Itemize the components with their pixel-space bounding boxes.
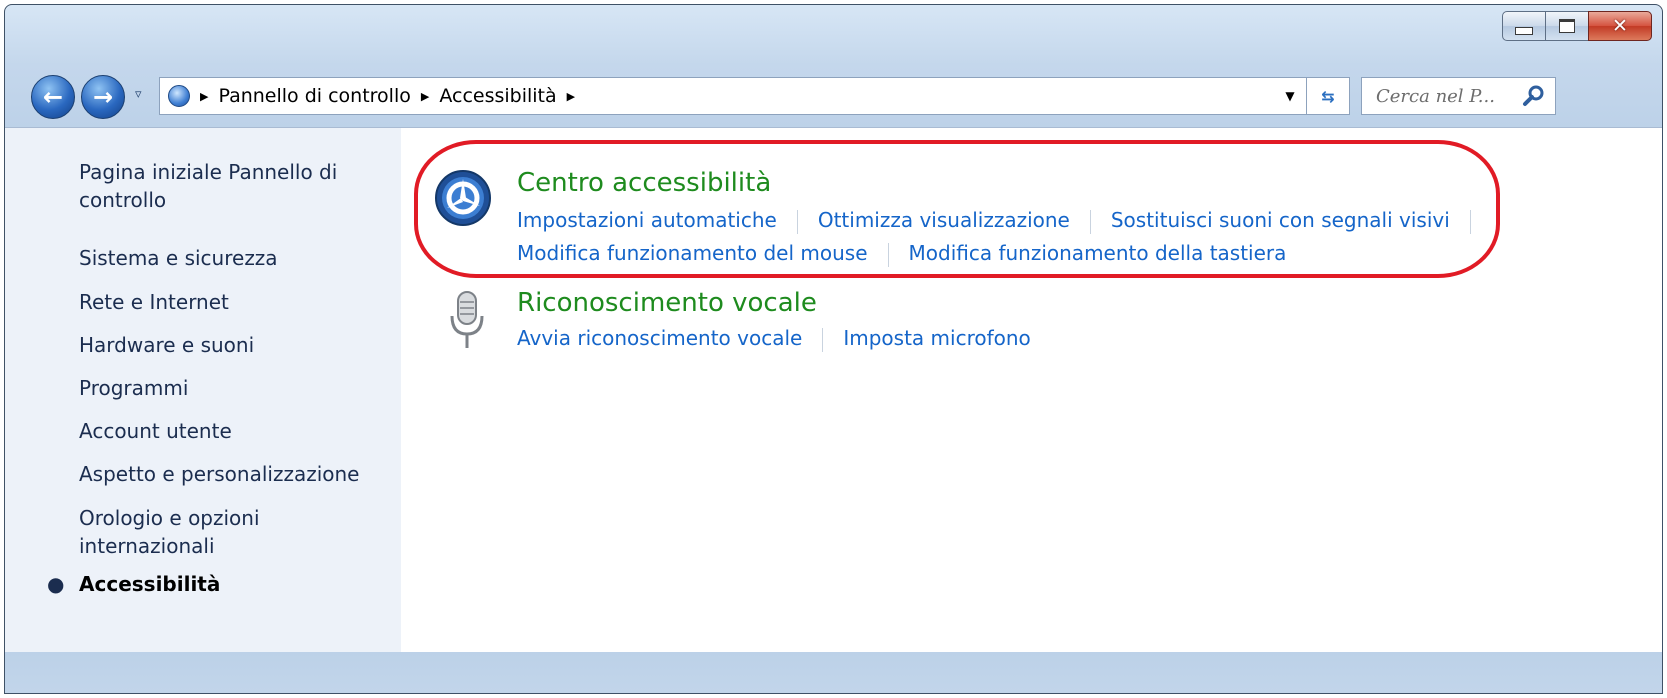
sidebar-item-user-accounts[interactable]: Account utente	[79, 417, 379, 445]
maximize-button[interactable]	[1545, 11, 1589, 41]
ease-of-access-icon[interactable]	[433, 168, 493, 228]
minimize-button[interactable]	[1502, 11, 1546, 41]
breadcrumb-accessibility[interactable]: Accessibilità	[439, 85, 556, 107]
sidebar-item-network-internet[interactable]: Rete e Internet	[79, 288, 379, 316]
sidebar-item-accessibility: ● Accessibilità	[47, 570, 379, 598]
close-button[interactable]: ✕	[1588, 11, 1652, 41]
sidebar-item-clock-region[interactable]: Orologio e opzioni internazionali	[79, 504, 379, 560]
refresh-icon[interactable]: ⇆	[1306, 78, 1349, 114]
link-optimize-display[interactable]: Ottimizza visualizzazione	[818, 208, 1070, 234]
category-title-speech-recognition[interactable]: Riconoscimento vocale	[517, 288, 817, 318]
selected-bullet-icon: ●	[47, 572, 65, 596]
links-row: Impostazioni automatiche Ottimizza visua…	[517, 208, 1491, 234]
sidebar-item-home[interactable]: Pagina iniziale Pannello di controllo	[79, 158, 379, 214]
link-automatic-settings[interactable]: Impostazioni automatiche	[517, 208, 777, 234]
search-input[interactable]: Cerca nel P...	[1362, 86, 1521, 107]
link-separator	[1469, 210, 1471, 234]
link-start-speech-recognition[interactable]: Avvia riconoscimento vocale	[517, 326, 802, 352]
search-box[interactable]: Cerca nel P...	[1361, 77, 1556, 115]
address-dropdown-icon[interactable]: ▼	[1274, 78, 1306, 114]
caption-buttons: ✕	[1502, 11, 1652, 41]
sidebar-item-hardware-sound[interactable]: Hardware e suoni	[79, 331, 379, 359]
back-button[interactable]: ←	[31, 75, 75, 119]
link-separator	[887, 243, 889, 267]
recent-pages-chevron-icon[interactable]: ▿	[135, 87, 142, 102]
link-keyboard-settings[interactable]: Modifica funzionamento della tastiera	[909, 241, 1287, 267]
forward-arrow-icon: →	[92, 83, 114, 111]
microphone-icon[interactable]	[447, 288, 487, 358]
sidebar-item-accessibility-label: Accessibilità	[79, 572, 221, 596]
breadcrumb-control-panel[interactable]: Pannello di controllo	[218, 85, 410, 107]
maximize-icon	[1559, 19, 1575, 33]
link-separator	[822, 328, 824, 352]
sidebar: Pagina iniziale Pannello di controllo Si…	[5, 128, 401, 653]
links-row: Modifica funzionamento del mouse Modific…	[517, 241, 1286, 267]
sidebar-item-appearance[interactable]: Aspetto e personalizzazione	[79, 460, 379, 488]
breadcrumb-arrow-icon[interactable]: ▶	[567, 90, 575, 103]
link-mouse-settings[interactable]: Modifica funzionamento del mouse	[517, 241, 868, 267]
link-setup-microphone[interactable]: Imposta microfono	[843, 326, 1030, 352]
back-arrow-icon: ←	[42, 83, 64, 111]
close-icon: ✕	[1612, 14, 1628, 37]
link-separator	[796, 210, 798, 234]
link-separator	[1089, 210, 1091, 234]
navigation-bar: ← → ▿ ▶ Pannello di controllo ▶ Accessib…	[5, 63, 1662, 123]
window-bottom-frame	[5, 652, 1662, 693]
category-title-ease-of-access[interactable]: Centro accessibilità	[517, 168, 771, 198]
breadcrumb-arrow-icon[interactable]: ▶	[200, 90, 208, 103]
sidebar-item-system-security[interactable]: Sistema e sicurezza	[79, 244, 379, 272]
links-row: Avvia riconoscimento vocale Imposta micr…	[517, 326, 1031, 352]
forward-button[interactable]: →	[81, 75, 125, 119]
search-icon[interactable]	[1521, 83, 1547, 109]
explorer-window: ✕ ← → ▿ ▶ Pannello di controllo ▶ Access…	[4, 4, 1663, 694]
control-panel-icon	[168, 85, 190, 107]
breadcrumb-arrow-icon[interactable]: ▶	[421, 90, 429, 103]
address-bar[interactable]: ▶ Pannello di controllo ▶ Accessibilità …	[159, 77, 1350, 115]
content-area: Pagina iniziale Pannello di controllo Si…	[5, 127, 1662, 653]
sidebar-item-programs[interactable]: Programmi	[79, 374, 379, 402]
link-replace-sounds[interactable]: Sostituisci suoni con segnali visivi	[1111, 208, 1450, 234]
minimize-icon	[1515, 27, 1533, 35]
